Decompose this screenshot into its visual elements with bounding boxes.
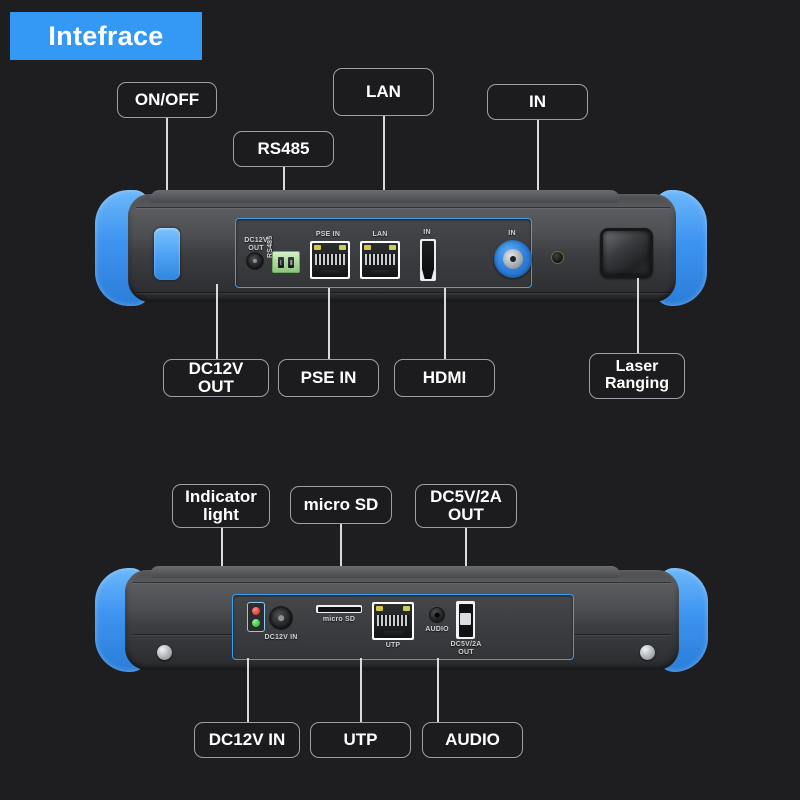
hdmi-in-silkscreen: IN <box>423 229 431 236</box>
leader-dc12v-in <box>247 658 249 722</box>
callout-rs485-label: RS485 <box>257 139 310 159</box>
callout-dc12v-in-label: DC12V IN <box>208 730 286 750</box>
dc12v-in-silkscreen: DC12V IN <box>264 634 298 641</box>
dc12v-out-jack[interactable] <box>246 252 264 270</box>
utp-pins <box>377 615 409 626</box>
audio-jack-port[interactable] <box>429 607 445 623</box>
callout-in[interactable]: IN <box>487 84 588 120</box>
page-title: Intefrace <box>48 20 164 51</box>
usb-tongue <box>460 613 471 626</box>
callout-audio[interactable]: AUDIO <box>422 722 523 758</box>
bnc-inner-ring <box>502 248 524 270</box>
lan-jack-body <box>362 243 398 277</box>
chassis-top-ridge <box>150 190 620 203</box>
lan-rj45-port[interactable] <box>360 241 400 279</box>
callout-indicator-light[interactable]: Indicator light <box>172 484 270 528</box>
callout-pse-in-label: PSE IN <box>300 368 357 388</box>
callout-on-off[interactable]: ON/OFF <box>117 82 217 118</box>
pse-in-latch <box>321 270 339 277</box>
callout-dc12v-out-label: DC12V OUT <box>188 359 244 396</box>
leader-utp <box>360 658 362 722</box>
pse-in-rj45-port[interactable] <box>310 241 350 279</box>
dc5v-2a-silkscreen: DC5V/2A OUT <box>450 641 482 656</box>
dc12v-in-jack[interactable] <box>269 606 293 630</box>
rs485-terminal-block[interactable] <box>272 251 300 273</box>
lan-silkscreen: LAN <box>372 231 388 238</box>
hdmi-slot <box>422 241 434 279</box>
pse-in-silkscreen: PSE IN <box>315 231 341 238</box>
callout-dc5v-2a-out-label: DC5V/2A OUT <box>430 487 502 524</box>
callout-hdmi-label: HDMI <box>422 368 467 388</box>
utp-jack-body <box>374 604 412 638</box>
lan-led-left <box>364 245 371 250</box>
callout-utp-label: UTP <box>343 730 378 750</box>
microphone-hole-icon <box>551 251 564 264</box>
rs485-screw-right <box>288 256 295 268</box>
chassis-screw-right <box>640 645 655 660</box>
utp-led-right <box>403 606 410 611</box>
bnc-in-silkscreen: IN <box>508 230 516 237</box>
callout-dc5v-2a-out[interactable]: DC5V/2A OUT <box>415 484 517 528</box>
callout-pse-in[interactable]: PSE IN <box>278 359 379 397</box>
callout-in-label: IN <box>529 92 546 112</box>
leader-pse-in <box>328 288 330 359</box>
indicator-light-group <box>247 602 265 632</box>
micro-sd-slot[interactable] <box>316 605 362 613</box>
on-off-button[interactable] <box>154 228 180 280</box>
callout-dc12v-in[interactable]: DC12V IN <box>194 722 300 758</box>
pse-in-led-left <box>314 245 321 250</box>
callout-indicator-light-label: Indicator light <box>185 487 257 524</box>
chassis-seam-upper <box>136 207 670 208</box>
callout-dc12v-out[interactable]: DC12V OUT <box>163 359 269 397</box>
hdmi-port[interactable] <box>420 239 436 281</box>
pse-in-pins <box>315 254 345 265</box>
leader-audio <box>437 658 439 722</box>
lan-latch <box>371 270 389 277</box>
page-title-banner: Intefrace <box>10 12 202 60</box>
utp-silkscreen: UTP <box>385 642 401 649</box>
chassis-screw-left <box>157 645 172 660</box>
usb-cavity <box>458 603 473 637</box>
leader-hdmi <box>444 288 446 359</box>
callout-on-off-label: ON/OFF <box>134 90 200 110</box>
utp-rj45-port[interactable] <box>372 602 414 640</box>
leader-laser-ranging <box>637 278 639 353</box>
leader-dc12v-out <box>216 284 218 359</box>
callout-laser-ranging-label: Laser Ranging <box>605 358 669 392</box>
laser-ranging-window <box>600 228 653 278</box>
bnc-center-pin <box>510 256 516 262</box>
indicator-led-red <box>252 607 260 615</box>
micro-sd-silkscreen: micro SD <box>322 616 356 623</box>
callout-micro-sd[interactable]: micro SD <box>290 486 392 524</box>
dc5v-2a-usb-port[interactable] <box>456 601 475 639</box>
audio-silkscreen: AUDIO <box>425 626 449 633</box>
callout-utp[interactable]: UTP <box>310 722 411 758</box>
callout-rs485[interactable]: RS485 <box>233 131 334 167</box>
callout-audio-label: AUDIO <box>445 730 500 750</box>
lan-led-right <box>389 245 396 250</box>
micro-sd-slot-inner <box>317 606 361 612</box>
rs485-screw-left <box>277 256 284 268</box>
callout-laser-ranging[interactable]: Laser Ranging <box>589 353 685 399</box>
utp-latch <box>383 631 403 638</box>
pse-in-jack-body <box>312 243 348 277</box>
bnc-video-in-port[interactable] <box>494 240 532 278</box>
utp-led-left <box>376 606 383 611</box>
callout-micro-sd-label: micro SD <box>303 495 379 515</box>
bottom-seam-upper <box>133 582 671 583</box>
indicator-led-green <box>252 619 260 627</box>
pse-in-led-right <box>339 245 346 250</box>
callout-lan-label: LAN <box>366 82 401 102</box>
lan-pins <box>365 254 395 265</box>
callout-hdmi[interactable]: HDMI <box>394 359 495 397</box>
bottom-chassis-ridge <box>150 566 620 578</box>
callout-lan[interactable]: LAN <box>333 68 434 116</box>
